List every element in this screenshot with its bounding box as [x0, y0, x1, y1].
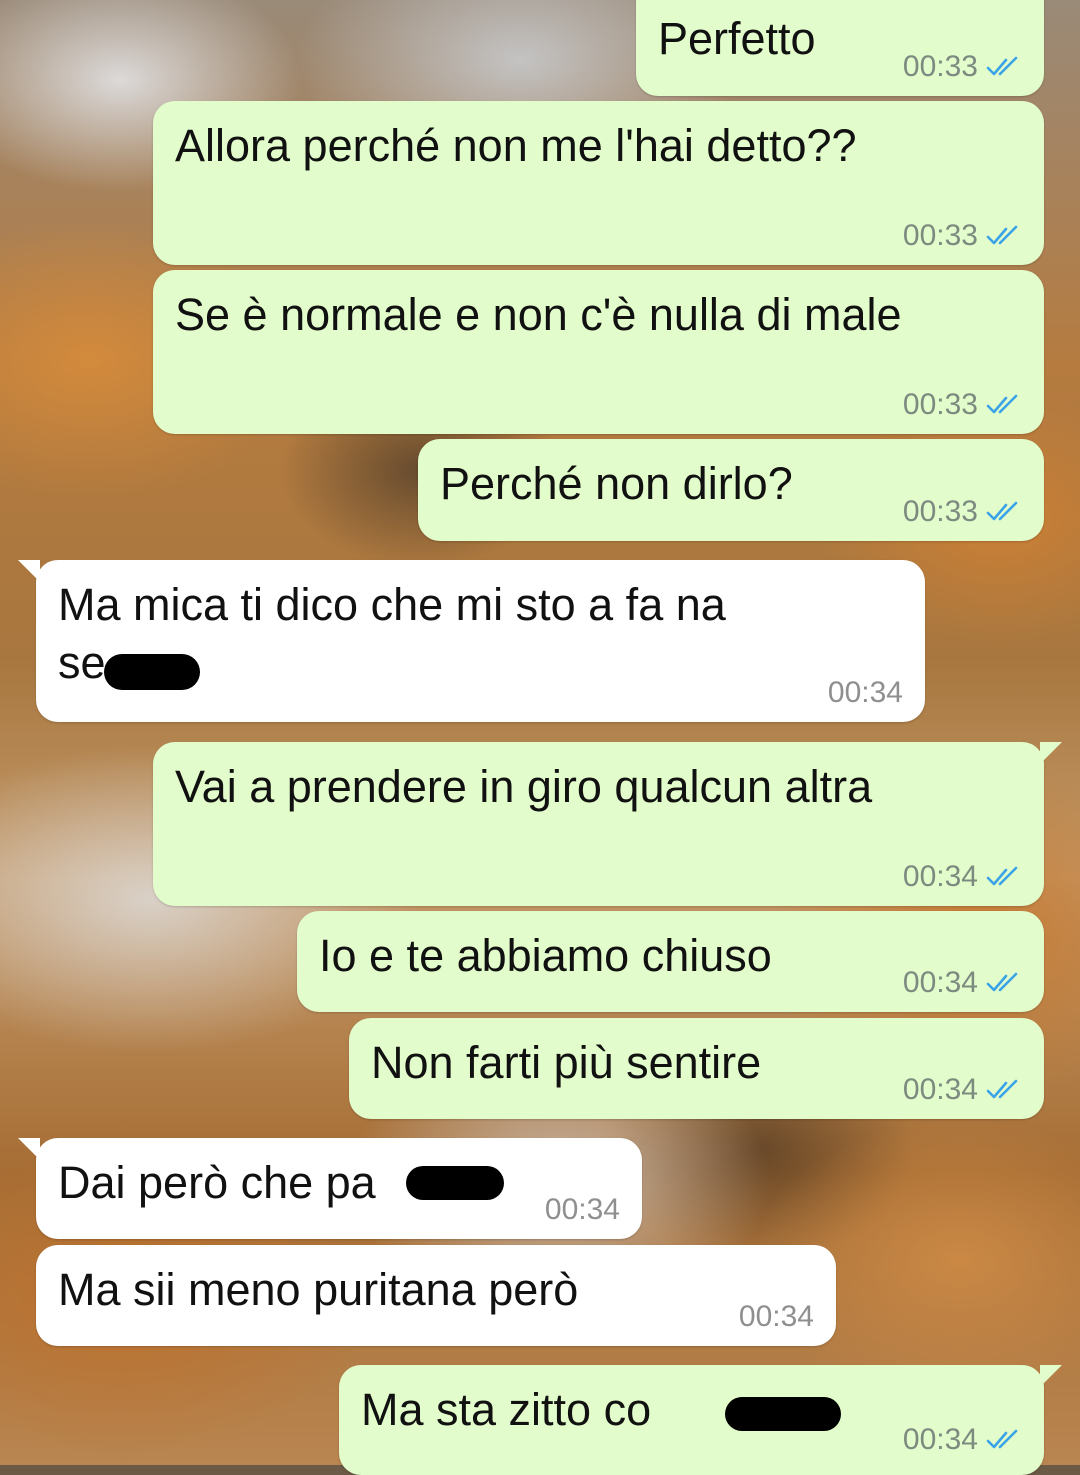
double-check-read-icon: [986, 866, 1018, 886]
message-time: 00:33: [902, 219, 978, 252]
double-check-read-icon: [986, 972, 1018, 992]
double-check-read-icon: [986, 394, 1018, 414]
outgoing-message[interactable]: Se è normale e non c'è nulla di male 00:…: [153, 270, 1044, 434]
double-check-read-icon: [986, 501, 1018, 521]
message-text: Perfetto: [658, 13, 816, 64]
message-text: Se è normale e non c'è nulla di male: [175, 289, 902, 340]
message-text: Perché non dirlo?: [440, 458, 793, 509]
message-time: 00:33: [902, 50, 978, 83]
message-time: 00:34: [902, 966, 978, 999]
message-text: Ma sii meno puritana però: [58, 1264, 579, 1315]
incoming-message[interactable]: Ma sii meno puritana però 00:34: [36, 1245, 836, 1346]
message-time: 00:33: [902, 495, 978, 528]
message-meta: 00:33: [903, 50, 1022, 84]
double-check-read-icon: [986, 225, 1018, 245]
message-time: 00:34: [902, 1423, 978, 1456]
message-text: Ma sta zitto co: [361, 1384, 652, 1435]
redaction-mark: [725, 1397, 841, 1431]
message-meta: 00:33: [903, 388, 1022, 422]
message-text: Io e te abbiamo chiuso: [319, 930, 772, 981]
outgoing-message[interactable]: Ma sta zitto co 00:34: [339, 1365, 1062, 1475]
message-text: Non farti più sentire: [371, 1037, 762, 1088]
message-meta: 00:34: [903, 1073, 1022, 1107]
message-time: 00:34: [738, 1300, 814, 1333]
message-meta: 00:34: [903, 860, 1022, 894]
message-meta: 00:34: [903, 966, 1022, 1000]
message-meta: 00:34: [545, 1193, 620, 1227]
double-check-read-icon: [986, 1079, 1018, 1099]
message-time: 00:34: [827, 676, 903, 709]
redaction-mark: [406, 1166, 504, 1200]
double-check-read-icon: [986, 1429, 1018, 1449]
outgoing-message[interactable]: Io e te abbiamo chiuso 00:34: [297, 911, 1044, 1012]
message-meta: 00:34: [828, 676, 903, 710]
outgoing-message[interactable]: Non farti più sentire 00:34: [349, 1018, 1044, 1119]
message-time: 00:34: [544, 1193, 620, 1226]
redaction-mark: [104, 654, 200, 690]
message-time: 00:34: [902, 1073, 978, 1106]
message-list[interactable]: Perfetto 00:33 Allora perché non me l'ha…: [0, 0, 1080, 1475]
message-meta: 00:34: [903, 1423, 1022, 1457]
incoming-message[interactable]: Dai però che pa 00:34: [18, 1138, 642, 1239]
message-text: Allora perché non me l'hai detto??: [175, 120, 857, 171]
message-meta: 00:33: [903, 219, 1022, 253]
outgoing-message[interactable]: Vai a prendere in giro qualcun altra 00:…: [153, 742, 1062, 906]
double-check-read-icon: [986, 56, 1018, 76]
message-text: Vai a prendere in giro qualcun altra: [175, 761, 873, 812]
outgoing-message[interactable]: Perché non dirlo? 00:33: [418, 439, 1044, 541]
message-time: 00:33: [902, 388, 978, 421]
message-meta: 00:33: [903, 495, 1022, 529]
message-text: Dai però che pa: [58, 1157, 376, 1208]
message-time: 00:34: [902, 860, 978, 893]
message-meta: 00:34: [739, 1300, 814, 1334]
outgoing-message[interactable]: Perfetto 00:33: [636, 0, 1062, 96]
outgoing-message[interactable]: Allora perché non me l'hai detto?? 00:33: [153, 101, 1044, 265]
incoming-message[interactable]: Ma mica ti dico che mi sto a fa na se 00…: [18, 560, 925, 722]
